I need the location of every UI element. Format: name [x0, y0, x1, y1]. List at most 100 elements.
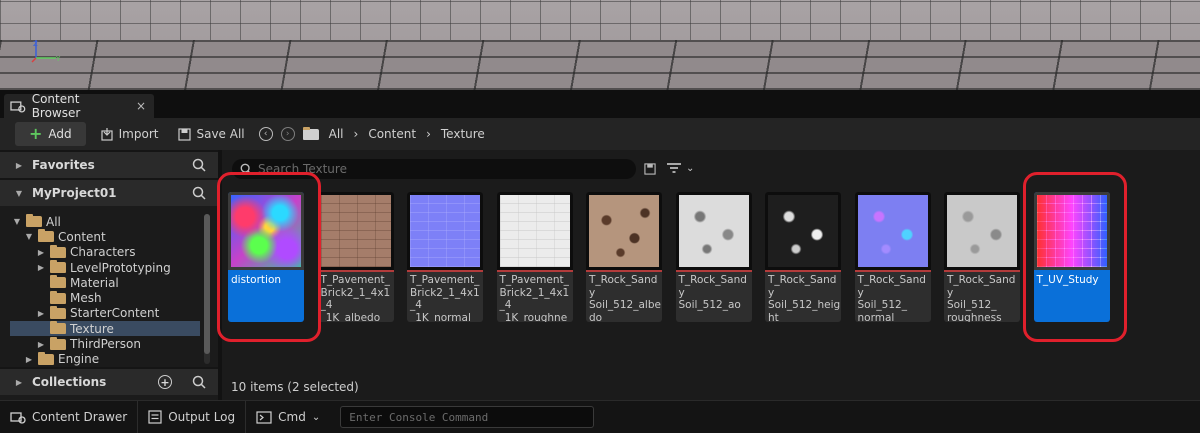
asset-name: T_Rock_Sandy Soil_512_ normal: [857, 274, 926, 322]
asset-thumbnail: [857, 195, 928, 267]
asset-tile[interactable]: T_Pavement_ Brick2_1_4x1_4 _1K_roughness: [496, 192, 573, 322]
asset-tile[interactable]: T_Rock_Sandy Soil_512_height: [765, 192, 841, 322]
folder-icon: [50, 244, 66, 258]
asset-name: T_Pavement_ Brick2_1_4x1_4 _1K_roughness: [499, 274, 570, 322]
asset-type-stripe: [944, 270, 1020, 272]
folder-icon: [38, 229, 54, 243]
add-button[interactable]: + Add: [15, 122, 86, 146]
collapsed-arrow-icon: ▶: [15, 160, 23, 170]
asset-type-stripe: [765, 270, 841, 272]
terminal-icon: [256, 410, 272, 424]
collapsed-arrow-icon[interactable]: ▶: [36, 309, 46, 318]
asset-tile[interactable]: T_Rock_Sandy Soil_512_ao: [675, 192, 752, 322]
add-collection-icon[interactable]: +: [158, 375, 172, 389]
tree-item-label: ThirdPerson: [70, 337, 141, 352]
console-box[interactable]: [340, 406, 595, 428]
tree-item[interactable]: ▶ LevelPrototyping: [10, 260, 200, 275]
collections-label: Collections: [32, 375, 107, 389]
tree-item[interactable]: ▼ Content: [10, 229, 200, 244]
tree-item[interactable]: ▼ All: [10, 214, 200, 229]
expanded-arrow-icon[interactable]: ▼: [12, 217, 22, 226]
asset-type-stripe: [854, 270, 931, 272]
asset-tile[interactable]: T_Rock_Sandy Soil_512_ normal: [854, 192, 931, 322]
project-header[interactable]: ▼ MyProject01: [0, 178, 218, 206]
chevron-down-icon: ⌄: [311, 411, 321, 423]
console-input[interactable]: [349, 410, 590, 424]
asset-name: T_Rock_Sandy Soil_512_height: [768, 274, 841, 322]
save-search-icon[interactable]: [644, 163, 656, 175]
search-icon[interactable]: [192, 375, 206, 389]
tab-content-browser[interactable]: Content Browser ×: [4, 92, 154, 120]
history-forward-icon[interactable]: ›: [280, 127, 295, 141]
search-icon[interactable]: [192, 158, 206, 172]
filter-icon: [667, 163, 681, 173]
asset-thumbnail: [320, 195, 391, 267]
item-count: 10 items (2 selected): [231, 380, 359, 394]
asset-tile[interactable]: T_Pavement_ Brick2_1_4x1_4 _1K_albedo: [317, 192, 394, 322]
highlight-ring-distortion: [217, 172, 321, 342]
axis-gizmo-icon: Z Y: [31, 40, 61, 63]
asset-tile[interactable]: T_Rock_Sandy Soil_512_albedo: [586, 192, 662, 322]
asset-thumbnail: [947, 195, 1017, 267]
tree-item[interactable]: ▶ Engine: [10, 351, 200, 366]
project-label: MyProject01: [32, 186, 117, 200]
favorites-header[interactable]: ▶ Favorites: [0, 150, 218, 178]
tab-title: Content Browser: [31, 92, 81, 120]
asset-name: T_Rock_Sandy Soil_512_albedo: [589, 274, 661, 322]
svg-text:Z: Z: [33, 40, 38, 48]
breadcrumb-texture[interactable]: Texture: [441, 127, 485, 141]
status-bar: Content Drawer Output Log Cmd ⌄: [0, 400, 1200, 433]
expanded-arrow-icon[interactable]: ▼: [24, 232, 34, 241]
tree-item[interactable]: ▶ ThirdPerson: [10, 336, 200, 351]
tree-item-label: Texture: [70, 321, 114, 336]
favorites-label: Favorites: [32, 158, 95, 172]
asset-type-stripe: [675, 270, 752, 272]
folder-tree: ▼ All ▼ Content ▶ Characters ▶ LevelPrototyping…: [10, 214, 200, 366]
asset-thumbnail-frame: [765, 192, 841, 270]
content-browser-icon: [10, 101, 26, 113]
filter-button[interactable]: ⌄: [666, 161, 694, 175]
asset-name: T_Pavement_ Brick2_1_4x1_4 _1K_albedo: [320, 274, 391, 322]
asset-thumbnail-frame: [586, 192, 662, 270]
folder-icon: [26, 214, 42, 228]
content-drawer-button[interactable]: Content Drawer: [0, 400, 139, 433]
close-icon[interactable]: ×: [136, 99, 146, 113]
collections-header[interactable]: ▶ Collections +: [0, 367, 218, 395]
level-viewport[interactable]: Z Y: [0, 0, 1200, 90]
scrollbar-thumb[interactable]: [204, 214, 210, 354]
search-icon[interactable]: [192, 186, 206, 200]
tree-item[interactable]: Mesh: [10, 290, 200, 305]
asset-thumbnail-frame: [675, 192, 752, 270]
asset-thumbnail: [678, 195, 749, 267]
output-log-button[interactable]: Output Log: [138, 400, 247, 433]
save-all-button[interactable]: Save All: [172, 122, 250, 146]
tree-scrollbar[interactable]: [204, 214, 210, 364]
asset-thumbnail: [768, 195, 838, 267]
folder-icon: [50, 260, 66, 274]
import-icon: [101, 128, 113, 141]
asset-tile[interactable]: T_Pavement_ Brick2_1_4x1_4 _1K_normal: [407, 192, 483, 322]
tree-item[interactable]: ▶ StarterContent: [10, 305, 200, 321]
chevron-right-icon: ›: [353, 127, 359, 141]
import-button[interactable]: Import: [94, 122, 165, 146]
collapsed-arrow-icon[interactable]: ▶: [24, 355, 34, 364]
history-back-icon[interactable]: ‹: [258, 127, 273, 141]
collapsed-arrow-icon[interactable]: ▶: [36, 263, 46, 272]
collapsed-arrow-icon[interactable]: ▶: [36, 248, 46, 257]
asset-thumbnail-frame: [317, 192, 394, 270]
asset-tile[interactable]: T_Rock_Sandy Soil_512_ roughness: [944, 192, 1020, 322]
tree-item[interactable]: Material: [10, 275, 200, 290]
asset-thumbnail-frame: [854, 192, 931, 270]
breadcrumb-all[interactable]: All: [329, 127, 344, 141]
tree-item[interactable]: Texture: [10, 321, 200, 337]
cmd-dropdown[interactable]: Cmd ⌄: [246, 401, 330, 433]
chevron-right-icon: ›: [426, 127, 431, 141]
tree-item-label: Material: [70, 275, 119, 290]
add-label: Add: [48, 127, 72, 141]
tree-item[interactable]: ▶ Characters: [10, 244, 200, 260]
tree-item-label: All: [46, 214, 61, 229]
collapsed-arrow-icon[interactable]: ▶: [36, 340, 46, 349]
asset-thumbnail: [589, 195, 659, 267]
tab-bar: Content Browser ×: [0, 90, 1200, 120]
breadcrumb-content[interactable]: Content: [368, 127, 416, 141]
